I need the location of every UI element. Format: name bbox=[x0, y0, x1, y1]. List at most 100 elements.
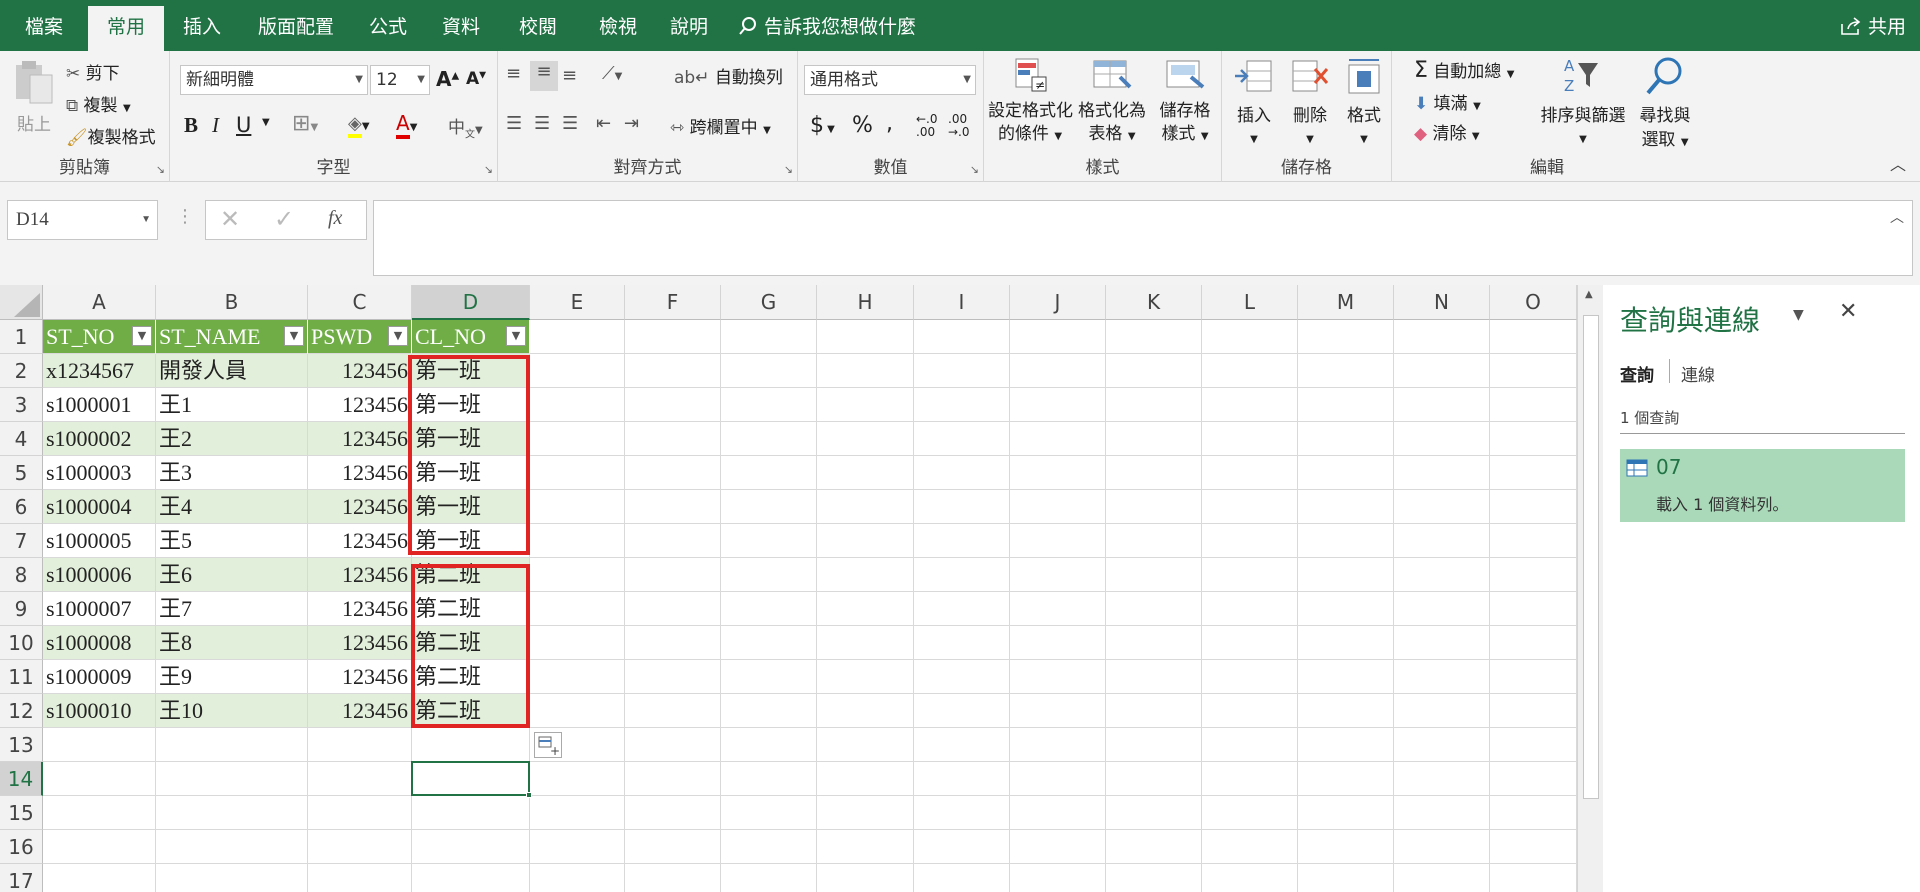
grid-cell[interactable] bbox=[412, 796, 530, 830]
grid-cell[interactable] bbox=[1010, 320, 1106, 354]
grid-cell[interactable] bbox=[817, 864, 914, 892]
grid-cell[interactable] bbox=[721, 354, 817, 388]
copy-button[interactable]: ⧉ 複製 ▼ bbox=[66, 91, 131, 116]
table-cell[interactable]: s1000010 bbox=[43, 694, 156, 728]
grid-cell[interactable] bbox=[1490, 796, 1577, 830]
grid-cell[interactable] bbox=[817, 490, 914, 524]
table-header-cell[interactable]: PSWD ▼ bbox=[308, 320, 412, 354]
grid-cell[interactable] bbox=[1010, 490, 1106, 524]
grid-cell[interactable] bbox=[530, 456, 625, 490]
grid-cell[interactable] bbox=[914, 728, 1010, 762]
selected-cell-d14[interactable] bbox=[411, 761, 532, 798]
column-header-e[interactable]: E bbox=[530, 285, 625, 320]
grid-cell[interactable] bbox=[721, 626, 817, 660]
align-left-icon[interactable]: ☰ bbox=[506, 113, 522, 134]
table-cell[interactable]: x1234567 bbox=[43, 354, 156, 388]
grid-cell[interactable] bbox=[914, 422, 1010, 456]
grid-cell[interactable] bbox=[1202, 864, 1298, 892]
table-cell[interactable]: 王3 bbox=[156, 456, 308, 490]
grid-cell[interactable] bbox=[625, 626, 721, 660]
column-header-l[interactable]: L bbox=[1202, 285, 1298, 320]
grid-cell[interactable] bbox=[1010, 728, 1106, 762]
pane-options-chevron-icon[interactable]: ▼ bbox=[1793, 307, 1804, 323]
grid-cell[interactable] bbox=[530, 762, 625, 796]
filter-dropdown-icon[interactable]: ▼ bbox=[284, 326, 304, 346]
grid-cell[interactable] bbox=[1106, 728, 1202, 762]
tab-view[interactable]: 檢視 bbox=[578, 0, 658, 51]
grid-cell[interactable] bbox=[1010, 524, 1106, 558]
table-header-cell[interactable]: ST_NO ▼ bbox=[43, 320, 156, 354]
table-cell[interactable]: 123456 bbox=[308, 592, 412, 626]
phonetic-icon[interactable]: 中文▼ bbox=[448, 113, 483, 140]
borders-icon[interactable]: ⊞▼ bbox=[292, 111, 318, 136]
grid-cell[interactable] bbox=[1490, 728, 1577, 762]
grid-cell[interactable] bbox=[1106, 388, 1202, 422]
row-header-15[interactable]: 15 bbox=[0, 796, 43, 830]
grid-cell[interactable] bbox=[625, 796, 721, 830]
grid-cell[interactable] bbox=[1490, 864, 1577, 892]
grid-cell[interactable] bbox=[1298, 728, 1394, 762]
table-cell[interactable]: 123456 bbox=[308, 456, 412, 490]
grid-cell[interactable] bbox=[625, 456, 721, 490]
row-header-11[interactable]: 11 bbox=[0, 660, 43, 694]
grid-cell[interactable] bbox=[1298, 354, 1394, 388]
grid-cell[interactable] bbox=[1106, 660, 1202, 694]
grid-cell[interactable] bbox=[1106, 762, 1202, 796]
grid-cell[interactable] bbox=[1490, 762, 1577, 796]
percent-icon[interactable]: % bbox=[852, 113, 873, 138]
cancel-icon[interactable]: ✕ bbox=[220, 205, 240, 233]
grid-cell[interactable] bbox=[1010, 762, 1106, 796]
sort-filter-button[interactable]: AZ 排序與篩選 ▼ bbox=[1536, 55, 1630, 152]
share-button[interactable]: 共用 bbox=[1840, 0, 1906, 51]
grid-cell[interactable] bbox=[1010, 864, 1106, 892]
grid-cell[interactable] bbox=[721, 592, 817, 626]
tab-data[interactable]: 資料 bbox=[424, 0, 498, 51]
align-middle-icon[interactable]: ≡ bbox=[530, 61, 558, 91]
grid-cell[interactable] bbox=[817, 354, 914, 388]
table-cell[interactable]: 王1 bbox=[156, 388, 308, 422]
grid-cell[interactable] bbox=[1106, 864, 1202, 892]
fill-handle[interactable] bbox=[526, 792, 532, 798]
shrink-font-icon[interactable]: A▼ bbox=[466, 69, 486, 89]
grid-cell[interactable] bbox=[817, 762, 914, 796]
grid-cell[interactable] bbox=[1490, 524, 1577, 558]
grid-cell[interactable] bbox=[1394, 558, 1490, 592]
grid-cell[interactable] bbox=[1202, 728, 1298, 762]
grid-cell[interactable] bbox=[1298, 490, 1394, 524]
currency-icon[interactable]: $ ▼ bbox=[810, 113, 835, 138]
grid-cell[interactable] bbox=[1394, 626, 1490, 660]
table-header-cell[interactable]: ST_NAME ▼ bbox=[156, 320, 308, 354]
grid-cell[interactable] bbox=[817, 830, 914, 864]
column-header-k[interactable]: K bbox=[1106, 285, 1202, 320]
grid-cell[interactable] bbox=[1298, 864, 1394, 892]
pane-tab-queries[interactable]: 查詢 bbox=[1620, 361, 1654, 386]
grid-cell[interactable] bbox=[1298, 558, 1394, 592]
row-header-16[interactable]: 16 bbox=[0, 830, 43, 864]
grid-cell[interactable] bbox=[1106, 456, 1202, 490]
underline-dropdown-icon[interactable]: ▼ bbox=[262, 117, 270, 128]
grid-cell[interactable] bbox=[625, 490, 721, 524]
grid-cell[interactable] bbox=[1202, 830, 1298, 864]
grid-cell[interactable] bbox=[1394, 490, 1490, 524]
row-header-6[interactable]: 6 bbox=[0, 490, 43, 524]
table-cell[interactable]: 王4 bbox=[156, 490, 308, 524]
grid-cell[interactable] bbox=[1394, 592, 1490, 626]
grid-cell[interactable] bbox=[1202, 456, 1298, 490]
grid-cell[interactable] bbox=[914, 320, 1010, 354]
grid-cell[interactable] bbox=[625, 320, 721, 354]
table-cell[interactable]: s1000002 bbox=[43, 422, 156, 456]
table-cell[interactable]: 123456 bbox=[308, 626, 412, 660]
grid-cell[interactable] bbox=[1298, 456, 1394, 490]
scroll-up-icon[interactable]: ▲ bbox=[1585, 289, 1593, 300]
number-launcher-icon[interactable]: ↘ bbox=[970, 163, 979, 176]
align-right-icon[interactable]: ☰ bbox=[562, 113, 578, 134]
grid-cell[interactable] bbox=[1106, 354, 1202, 388]
grid-cell[interactable] bbox=[721, 728, 817, 762]
comma-icon[interactable]: , bbox=[886, 111, 893, 136]
row-header-8[interactable]: 8 bbox=[0, 558, 43, 592]
grid-cell[interactable] bbox=[914, 660, 1010, 694]
number-format-select[interactable]: 通用格式 ▼ bbox=[804, 65, 976, 95]
enter-check-icon[interactable]: ✓ bbox=[274, 205, 294, 233]
grid-cell[interactable] bbox=[1298, 796, 1394, 830]
tab-home[interactable]: 常用 bbox=[88, 6, 164, 51]
